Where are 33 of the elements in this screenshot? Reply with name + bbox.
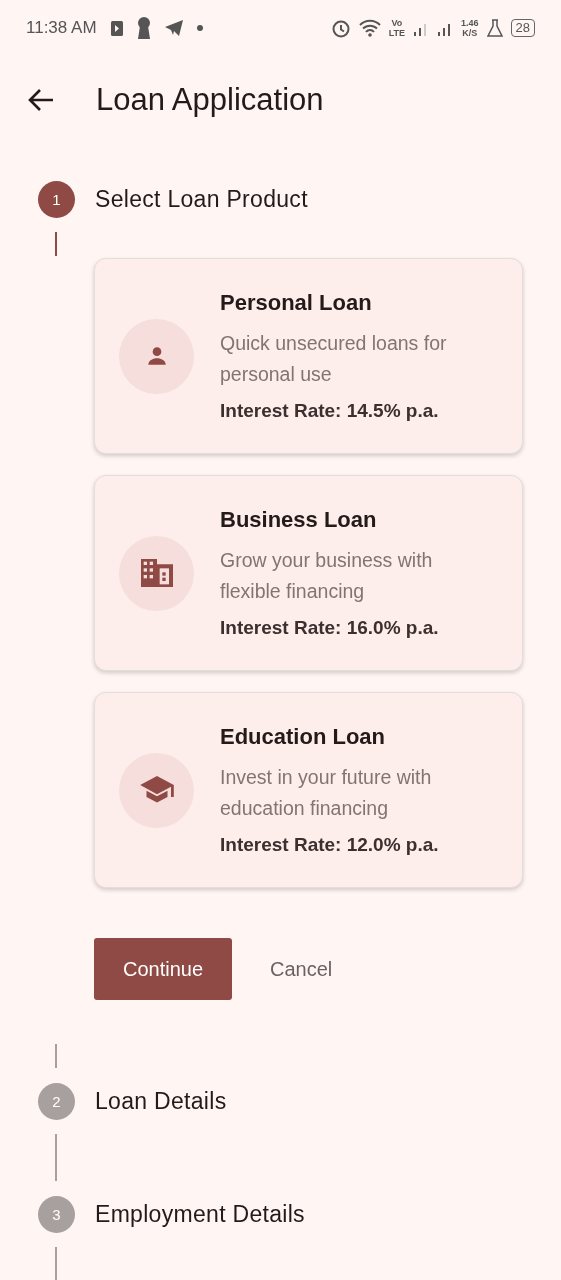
back-arrow-icon[interactable] [28,88,54,112]
interest-rate: Interest Rate: 12.0% p.a. [220,834,440,856]
battery-level: 28 [510,19,535,37]
flask-icon [486,19,503,37]
loan-product-card[interactable]: Personal Loan Quick unsecured loans for personal use Interest Rate: 14.5% p.a. [94,258,523,454]
dot-icon [196,25,203,31]
interest-rate: Interest Rate: 14.5% p.a. [220,400,440,422]
product-description: Grow your business with flexible financing [220,548,434,604]
product-description: Quick unsecured loans for personal use [220,331,448,387]
product-title: Personal Loan [220,290,373,316]
continue-button[interactable]: Continue [94,938,232,1000]
wifi-icon [358,19,381,37]
cancel-button[interactable]: Cancel [270,957,333,981]
keyhole-icon [136,17,151,39]
interest-rate: Interest Rate: 16.0% p.a. [220,617,440,639]
product-description: Invest in your future with education financing [220,765,433,821]
graduation-cap-icon [139,776,174,804]
step-number[interactable]: 1 [38,180,75,218]
alarm-icon [330,18,351,38]
product-title: Education Loan [220,724,386,750]
step-title[interactable]: Loan Details [95,1087,227,1115]
media-icon [110,20,123,36]
status-time: 11:38 AM [26,18,97,38]
network-type-label: Vo LTE [388,18,405,38]
loan-product-card[interactable]: Business Loan Grow your business with flexible financing Interest Rate: 16.0% p.a. [94,475,523,671]
step-title[interactable]: Employment Details [95,1200,305,1228]
network-speed: 1.46 K/S [461,18,479,38]
step-title[interactable]: Select Loan Product [95,185,308,213]
building-icon [140,559,173,587]
page-title: Loan Application [96,82,324,118]
send-icon [164,20,183,36]
product-title: Business Loan [220,507,378,533]
loan-product-card[interactable]: Education Loan Invest in your future with education financing Interest Rate: 12.0% p.a. [94,692,523,888]
